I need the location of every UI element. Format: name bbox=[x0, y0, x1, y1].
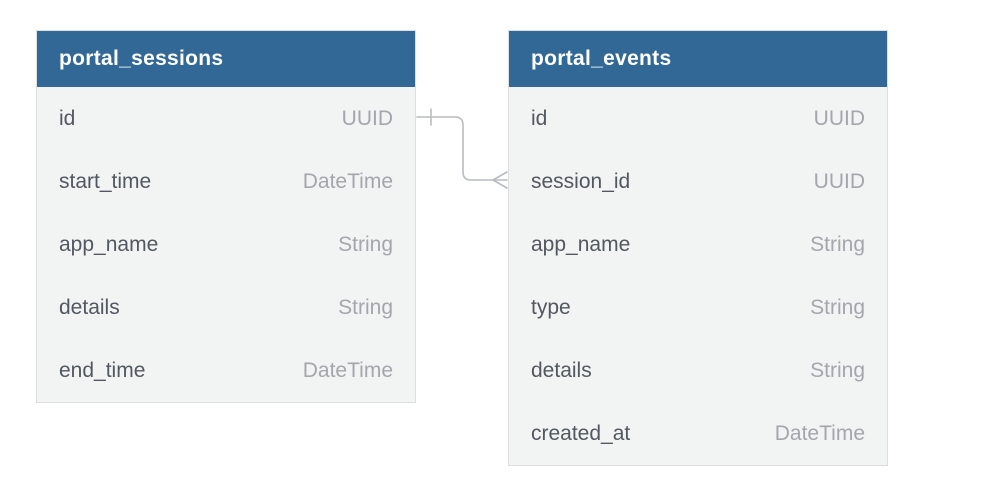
cardinality-many-icon bbox=[493, 172, 507, 188]
table-portal-sessions: portal_sessions id UUID start_time DateT… bbox=[36, 30, 416, 403]
field-type: String bbox=[810, 296, 865, 320]
table-portal-events: portal_events id UUID session_id UUID ap… bbox=[508, 30, 888, 466]
field-type: String bbox=[338, 233, 393, 257]
table-row: app_name String bbox=[509, 213, 887, 276]
field-name: id bbox=[59, 107, 75, 131]
field-name: app_name bbox=[531, 233, 630, 257]
field-type: String bbox=[338, 296, 393, 320]
field-name: start_time bbox=[59, 170, 151, 194]
field-type: String bbox=[810, 233, 865, 257]
table-row: details String bbox=[509, 339, 887, 402]
field-type: String bbox=[810, 359, 865, 383]
field-name: type bbox=[531, 296, 571, 320]
table-row: created_at DateTime bbox=[509, 402, 887, 465]
field-type: UUID bbox=[814, 107, 865, 131]
field-type: UUID bbox=[814, 170, 865, 194]
table-row: details String bbox=[37, 276, 415, 339]
table-title: portal_events bbox=[531, 47, 671, 70]
table-row: start_time DateTime bbox=[37, 150, 415, 213]
table-row: session_id UUID bbox=[509, 150, 887, 213]
field-name: details bbox=[531, 359, 592, 383]
table-title: portal_sessions bbox=[59, 47, 223, 70]
table-header: portal_events bbox=[509, 31, 887, 87]
field-type: DateTime bbox=[303, 170, 393, 194]
table-row: id UUID bbox=[37, 87, 415, 150]
table-row: end_time DateTime bbox=[37, 339, 415, 402]
table-header: portal_sessions bbox=[37, 31, 415, 87]
field-name: id bbox=[531, 107, 547, 131]
field-name: details bbox=[59, 296, 120, 320]
field-type: DateTime bbox=[303, 359, 393, 383]
field-type: UUID bbox=[342, 107, 393, 131]
field-name: end_time bbox=[59, 359, 145, 383]
field-name: session_id bbox=[531, 170, 630, 194]
connector-path bbox=[417, 117, 507, 180]
table-row: type String bbox=[509, 276, 887, 339]
field-type: DateTime bbox=[775, 422, 865, 446]
field-name: app_name bbox=[59, 233, 158, 257]
table-row: app_name String bbox=[37, 213, 415, 276]
table-row: id UUID bbox=[509, 87, 887, 150]
field-name: created_at bbox=[531, 422, 630, 446]
